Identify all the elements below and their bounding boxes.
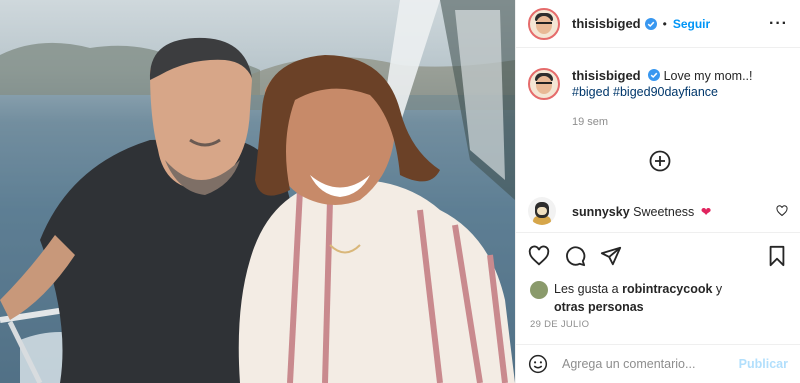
likes-others-link[interactable]: otras personas — [554, 300, 644, 314]
more-options-icon[interactable]: ··· — [769, 15, 788, 33]
action-bar — [528, 244, 788, 268]
photo-scene — [0, 0, 515, 383]
bookmark-icon[interactable] — [766, 245, 788, 267]
liker-avatar[interactable] — [530, 281, 548, 299]
comment-icon[interactable] — [564, 245, 586, 267]
caption-time[interactable]: 19 sem — [572, 114, 788, 130]
paper-plane-icon[interactable] — [600, 245, 622, 267]
hashtag-link[interactable]: #biged — [572, 85, 610, 99]
comment-input[interactable] — [562, 357, 732, 371]
likes-joiner: y — [715, 282, 723, 296]
emoji-icon[interactable] — [528, 354, 548, 374]
liker-username[interactable]: robintracycook — [622, 282, 712, 296]
comment-text: Sweetness — [633, 204, 695, 219]
author-username[interactable]: thisisbiged — [572, 16, 641, 31]
caption-username[interactable]: thisisbiged — [572, 68, 641, 83]
post-side-panel: thisisbiged • Seguir ··· thisisbiged Lov… — [515, 0, 800, 383]
follow-button[interactable]: Seguir — [673, 17, 710, 31]
divider — [516, 232, 800, 233]
post-date[interactable]: 29 DE JULIO — [530, 319, 589, 330]
heart-emoji: ❤ — [700, 204, 712, 219]
likes-prefix: Les gusta a — [554, 282, 619, 296]
verified-badge-icon — [644, 17, 657, 30]
comment-like-heart-icon[interactable] — [776, 205, 788, 217]
commenter-avatar[interactable] — [528, 197, 556, 225]
publish-button[interactable]: Publicar — [739, 357, 788, 371]
comment-item: sunnysky Sweetness ❤ — [528, 197, 788, 225]
heart-icon[interactable] — [528, 245, 550, 267]
add-comment-bar: Publicar — [516, 344, 800, 383]
likes-text: Les gusta a robintracycook y otras perso… — [554, 280, 722, 316]
commenter-username[interactable]: sunnysky — [572, 205, 630, 219]
verified-badge-icon — [648, 69, 661, 81]
instagram-post: thisisbiged • Seguir ··· thisisbiged Lov… — [0, 0, 800, 383]
post-caption: thisisbiged Love my mom..! #biged #biged… — [516, 48, 800, 130]
header-separator: • — [662, 16, 667, 31]
post-header: thisisbiged • Seguir ··· — [516, 0, 800, 48]
caption-avatar[interactable] — [528, 68, 560, 100]
comment-text-line: sunnysky Sweetness ❤ — [572, 204, 711, 219]
post-photo[interactable] — [0, 0, 515, 383]
caption-text: Love my mom..! — [663, 69, 753, 83]
author-avatar[interactable] — [528, 7, 560, 40]
caption-body: thisisbiged Love my mom..! #biged #biged… — [572, 68, 788, 130]
likes-summary: Les gusta a robintracycook y otras perso… — [530, 280, 788, 316]
hashtag-link[interactable]: #biged90dayfiance — [613, 85, 718, 99]
plus-circle-icon[interactable] — [649, 150, 671, 172]
